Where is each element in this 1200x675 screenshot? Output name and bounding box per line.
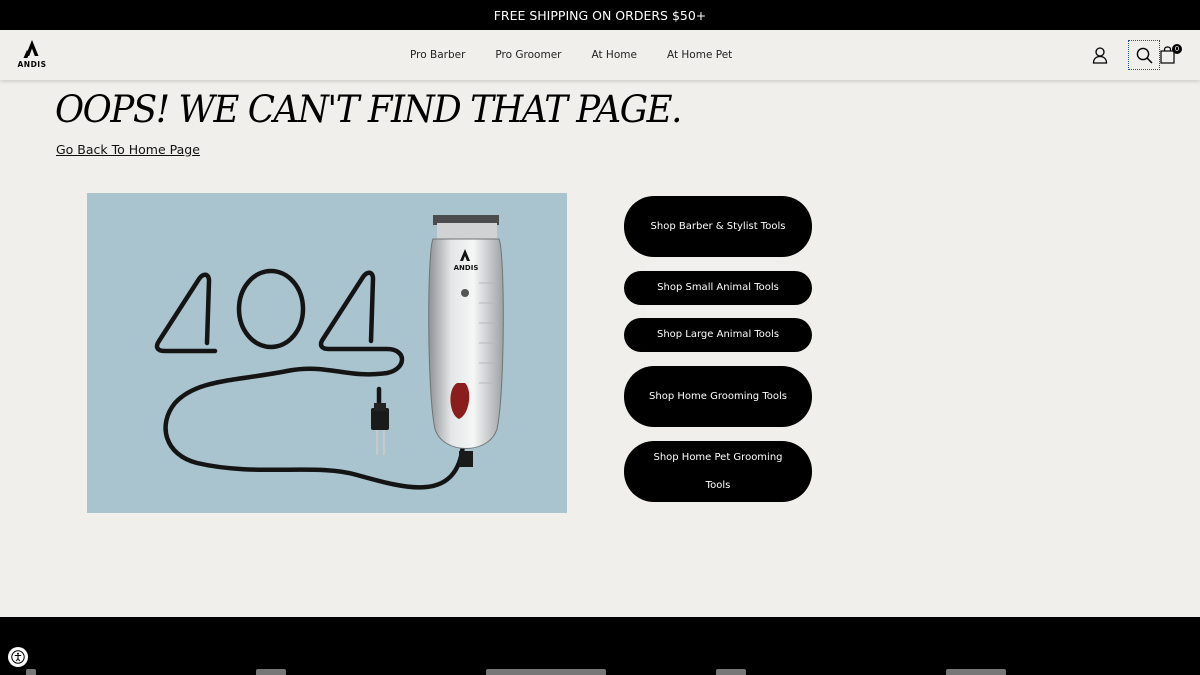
account-icon[interactable] xyxy=(1088,43,1112,67)
accessibility-icon[interactable] xyxy=(8,647,28,667)
footer-heading-1 xyxy=(26,669,36,675)
nav-item-at-home[interactable]: At Home xyxy=(576,49,651,61)
nav-item-at-home-pet[interactable]: At Home Pet xyxy=(652,49,747,61)
shop-category-list: Shop Barber & Stylist Tools Shop Small A… xyxy=(624,196,812,502)
promo-bar: FREE SHIPPING ON ORDERS $50+ xyxy=(0,0,1200,30)
plug-icon xyxy=(371,408,389,430)
logo-mark-icon xyxy=(23,40,39,58)
nav-item-pro-barber[interactable]: Pro Barber xyxy=(395,49,480,61)
nav-item-pro-groomer[interactable]: Pro Groomer xyxy=(480,49,576,61)
shop-large-animal-button[interactable]: Shop Large Animal Tools xyxy=(624,318,812,352)
main-nav: Pro Barber Pro Groomer At Home At Home P… xyxy=(395,30,747,80)
andis-logo[interactable]: ANDIS xyxy=(16,40,48,70)
site-footer xyxy=(0,617,1200,675)
home-link[interactable]: Go Back To Home Page xyxy=(56,142,200,157)
shop-home-grooming-button[interactable]: Shop Home Grooming Tools xyxy=(624,366,812,427)
shop-small-animal-button[interactable]: Shop Small Animal Tools xyxy=(624,271,812,305)
shop-home-pet-grooming-button[interactable]: Shop Home Pet Grooming Tools xyxy=(624,441,812,502)
hero-404-image: ANDIS xyxy=(87,193,567,513)
footer-heading-2 xyxy=(256,669,286,675)
clipper-cord-illustration: ANDIS xyxy=(154,215,504,490)
trimmer-icon xyxy=(428,215,504,467)
promo-text: FREE SHIPPING ON ORDERS $50+ xyxy=(493,7,707,23)
shop-barber-stylist-button[interactable]: Shop Barber & Stylist Tools xyxy=(624,196,812,257)
footer-heading-5 xyxy=(946,669,1006,675)
logo-wordmark: ANDIS xyxy=(17,60,47,69)
page-title: OOPS! WE CAN'T FIND THAT PAGE. xyxy=(55,88,682,131)
footer-heading-3 xyxy=(486,669,606,675)
site-header: ANDIS Pro Barber Pro Groomer At Home At … xyxy=(0,30,1200,80)
footer-heading-4 xyxy=(716,669,746,675)
cart-count-badge: 0 xyxy=(1172,44,1182,54)
clipper-brand-text: ANDIS xyxy=(454,264,479,272)
